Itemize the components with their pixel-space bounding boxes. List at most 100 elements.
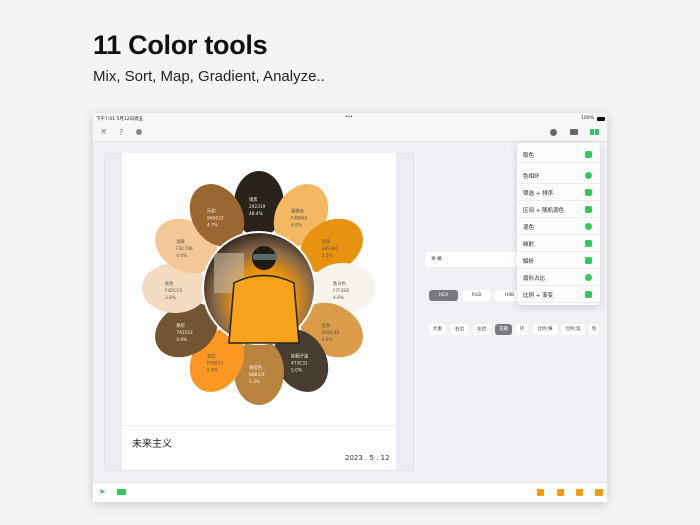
petal-pct: 5.3% [249, 379, 260, 385]
petal-hex: 9A6632 [207, 215, 224, 221]
app-window: 下午7:01 5月12日周五 ••• 100% × ? 煤黑 292319 48.4… [93, 113, 607, 502]
layout-chip[interactable]: 比例:横 [533, 324, 557, 335]
petal-pct: 4.8% [333, 295, 344, 301]
grid-icon [585, 151, 592, 158]
menu-item-label: 映射 [523, 242, 535, 248]
share-icon[interactable] [576, 489, 583, 496]
menu-item[interactable]: 筛选 + 排序 [517, 184, 600, 201]
petal-hex: 745533 [176, 330, 193, 336]
format-rgb-button[interactable]: RGB [462, 290, 491, 301]
tools-icon[interactable] [590, 129, 599, 135]
petal-name: 肤色 [165, 280, 174, 287]
layout-chip[interactable]: 比例:竖 [561, 324, 585, 335]
layout-chip[interactable]: 饱 [589, 324, 599, 335]
info-icon[interactable] [550, 129, 557, 136]
petal-name: 黄棕色 [249, 364, 263, 371]
settings-icon[interactable] [136, 129, 142, 135]
petal-name: 金黄 [322, 238, 331, 245]
menu-item-label: 区间 + 随机调色 [523, 208, 565, 214]
battery-text: 100% [581, 116, 594, 121]
petal-pct: 4.0% [176, 253, 187, 259]
layout-chip[interactable]: 花瓣 [495, 324, 512, 335]
ratio-icon [585, 291, 592, 298]
bottom-bar: ➤ [93, 482, 607, 502]
battery-icon [597, 117, 605, 121]
status-bar: 下午7:01 5月12日周五 ••• 100% [93, 113, 607, 124]
help-icon[interactable]: ? [119, 128, 123, 137]
petal-hex: B8843F [249, 372, 266, 378]
photo-thumbnail[interactable] [202, 231, 316, 345]
grid-icon [585, 189, 592, 196]
petal-hex: F4B862 [291, 215, 308, 221]
image-icon[interactable] [595, 489, 603, 496]
petal-name: 乐棕 [207, 207, 216, 214]
menu-item[interactable]: 混色 [517, 218, 600, 235]
divider [122, 425, 396, 426]
close-icon[interactable]: × [100, 127, 108, 137]
petal-hex: F4DCC0 [165, 288, 183, 294]
petal-name: 浅黄 [176, 238, 185, 245]
card-date: 2023 . 5 . 12 [345, 454, 390, 462]
petal-pct: 3.8% [165, 295, 176, 301]
layout-chip[interactable]: 右边 [451, 324, 468, 335]
copy-icon[interactable] [557, 489, 564, 496]
petal-name: 煤黑 [249, 196, 258, 203]
petal-name: 驼色 [322, 322, 331, 329]
export-icon[interactable] [537, 489, 544, 496]
menu-item-label: 筛选 + 排序 [523, 191, 554, 197]
wheel-icon [585, 172, 592, 179]
doc-icon [585, 257, 592, 264]
petal-hex: E8930F [322, 246, 339, 252]
layout-chip[interactable]: 环 [516, 324, 528, 335]
headline: 11 Color tools [93, 30, 268, 60]
petal-hex: F7F4EB [333, 288, 349, 294]
petal-pct: 48.4% [249, 211, 263, 217]
color-card: 煤黑 292319 48.4% 蜜蜂色 F4B862 6.8% 金黄 E8930F 5.5% 象牙… [122, 153, 396, 470]
half-circle-icon [585, 223, 592, 230]
menu-item[interactable]: 映射 [517, 235, 600, 252]
format-hex-button[interactable]: HEX [429, 290, 458, 301]
petal-pct: 4.0% [176, 337, 187, 343]
menu-item[interactable]: 取色 [517, 146, 600, 163]
menu-item-label: 比例 + 渐变 [523, 293, 554, 299]
camera-icon[interactable] [570, 129, 578, 135]
menu-item-label: 色相环 [523, 174, 540, 180]
petal-hex: 292319 [249, 204, 266, 210]
multitask-dots[interactable]: ••• [345, 115, 353, 120]
palette-icon[interactable] [117, 489, 126, 495]
toolbar: × ? [93, 124, 607, 142]
petal-name: 象牙色 [333, 280, 347, 287]
petal-hex: 473C31 [291, 361, 308, 367]
petal-hex: FA9823 [207, 361, 223, 367]
menu-item-label: 解析 [523, 259, 535, 265]
send-icon[interactable]: ➤ [99, 487, 106, 496]
pie-icon [585, 274, 592, 281]
menu-item[interactable]: 比例 + 渐变 [517, 286, 600, 303]
menu-item-label: 取色 [523, 153, 535, 159]
menu-item-label: 混色 [523, 225, 535, 231]
petal-pct: 5.0% [291, 368, 302, 374]
petal-name: 杏红 [207, 353, 216, 360]
menu-item[interactable]: 解析 [517, 252, 600, 269]
petal-pct: 4.9% [322, 337, 333, 343]
card-caption[interactable]: 未来主义 [132, 435, 172, 450]
status-time: 下午7:01 5月12日周五 [96, 117, 144, 122]
layout-chip[interactable]: 元素 [429, 324, 446, 335]
layers-icon [585, 240, 592, 247]
petal-pct: 6.8% [291, 222, 302, 228]
menu-item[interactable]: 区间 + 随机调色 [517, 201, 600, 218]
subheadline: Mix, Sort, Map, Gradient, Analyze.. [93, 68, 325, 85]
petal-name: 棕榈子油 [291, 353, 308, 360]
copy-icon [585, 206, 592, 213]
petal-hex: F3C796 [176, 246, 193, 252]
menu-item[interactable]: 色相环 [517, 167, 600, 184]
petal-pct: 5.5% [322, 253, 333, 259]
petal-name: 蜜蜂色 [291, 207, 305, 214]
petal-name: 栗棕 [176, 322, 185, 329]
layout-chip[interactable]: 左边 [473, 324, 490, 335]
menu-item[interactable]: 扇形占比 [517, 269, 600, 286]
menu-item-label: 扇形占比 [523, 276, 546, 282]
petal-chart: 煤黑29231948.4% 蜜蜂色F4B8626.8% 金黄E8930F5.5% 象牙… [142, 171, 376, 405]
petal-pct: 5.4% [207, 368, 218, 374]
tools-menu: 取色色相环筛选 + 排序区间 + 随机调色 混色映射解析扇形占比比例 + 渐变 [517, 143, 600, 305]
